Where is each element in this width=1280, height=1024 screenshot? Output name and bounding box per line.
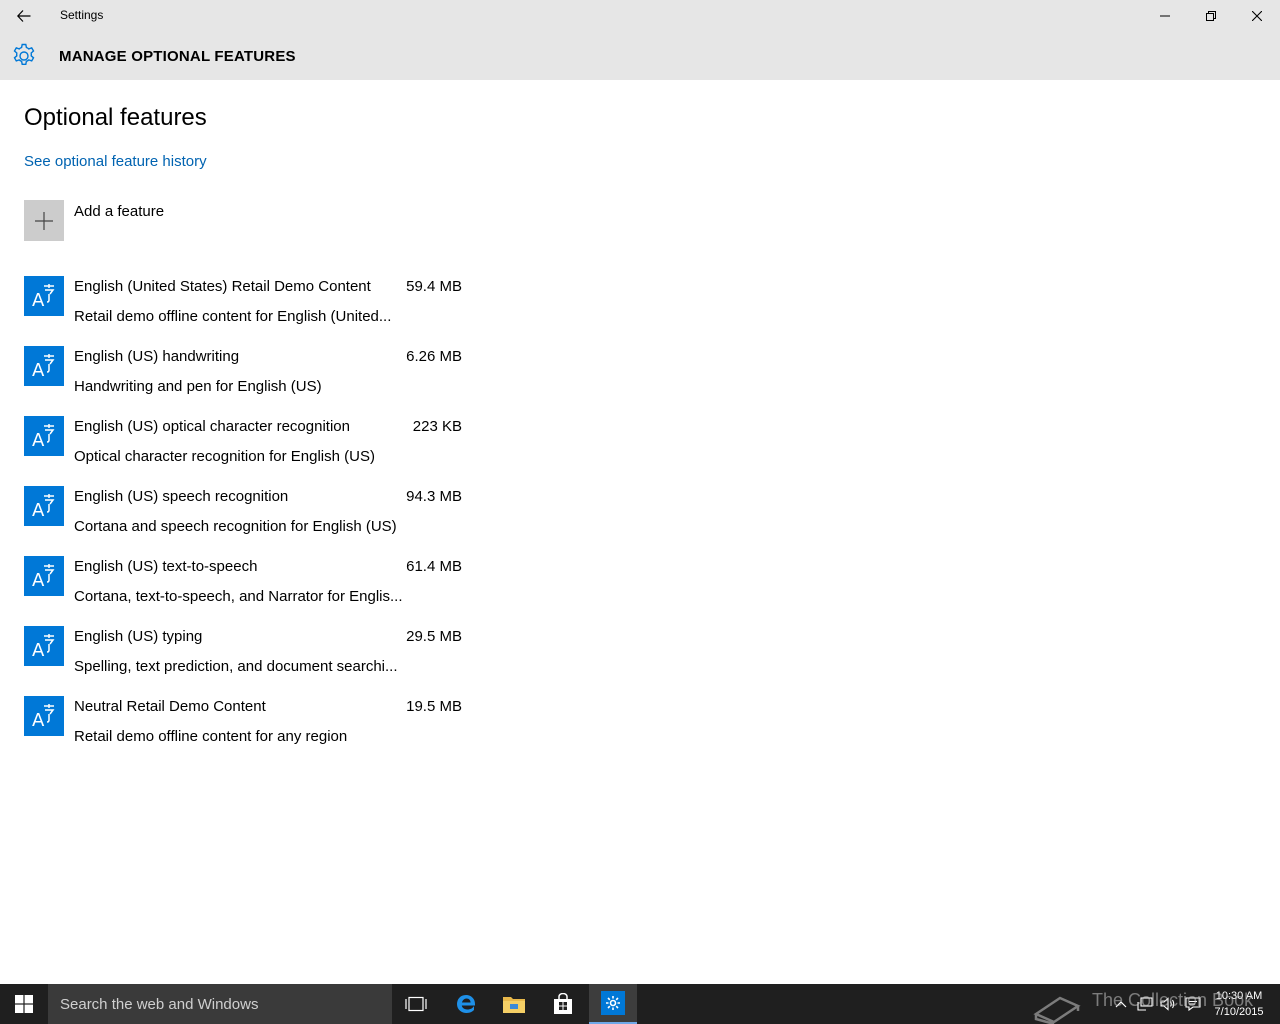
task-view-icon — [405, 996, 427, 1012]
settings-taskbar-button[interactable] — [589, 984, 637, 1024]
feature-item[interactable]: A English (US) handwriting Handwriting a… — [24, 346, 464, 406]
svg-text:A: A — [32, 360, 45, 381]
edge-icon — [457, 995, 475, 1013]
language-feature-icon: A — [24, 486, 64, 526]
language-feature-icon: A — [24, 556, 64, 596]
feature-item[interactable]: A English (US) speech recognition Cortan… — [24, 486, 464, 546]
feature-size: 94.3 MB — [406, 488, 462, 505]
network-tray-button[interactable] — [1134, 984, 1156, 1024]
feature-description: Cortana and speech recognition for Engli… — [74, 518, 397, 535]
page-header-title: MANAGE OPTIONAL FEATURES — [59, 48, 296, 65]
feature-description: Retail demo offline content for any regi… — [74, 728, 348, 745]
feature-size: 61.4 MB — [406, 558, 462, 575]
feature-name: English (United States) Retail Demo Cont… — [74, 278, 371, 295]
taskbar-search-box[interactable]: Search the web and Windows — [48, 984, 392, 1024]
windows-logo-icon — [15, 995, 33, 1013]
network-icon — [1137, 997, 1153, 1011]
speaker-icon — [1160, 997, 1175, 1011]
chevron-up-icon — [1115, 1001, 1127, 1008]
file-explorer-button[interactable] — [490, 984, 538, 1024]
feature-name: English (US) text-to-speech — [74, 558, 258, 575]
language-feature-icon: A — [24, 346, 64, 386]
restore-button[interactable] — [1188, 0, 1234, 32]
feature-name: English (US) handwriting — [74, 348, 240, 365]
minimize-icon — [1160, 15, 1170, 17]
gear-icon — [13, 43, 35, 65]
feature-size: 59.4 MB — [406, 278, 462, 295]
feature-description: Handwriting and pen for English (US) — [74, 378, 322, 395]
svg-text:A: A — [32, 500, 45, 521]
feature-item[interactable]: A English (United States) Retail Demo Co… — [24, 276, 464, 336]
taskbar-clock[interactable]: 10:30 AM 7/10/2015 — [1206, 988, 1272, 1020]
title-bar: Settings — [0, 0, 1280, 32]
feature-name: English (US) typing — [74, 628, 203, 645]
feature-item[interactable]: A English (US) typing Spelling, text pre… — [24, 626, 464, 686]
feature-item[interactable]: A Neutral Retail Demo Content Retail dem… — [24, 696, 464, 756]
feature-size: 19.5 MB — [406, 698, 462, 715]
feature-history-link[interactable]: See optional feature history — [24, 153, 207, 170]
store-bag-icon — [554, 993, 572, 1014]
clock-time: 10:30 AM — [1215, 990, 1263, 1002]
feature-item[interactable]: A English (US) text-to-speech Cortana, t… — [24, 556, 464, 616]
search-placeholder: Search the web and Windows — [60, 996, 259, 1013]
feature-description: Spelling, text prediction, and document … — [74, 658, 398, 675]
feature-name: English (US) optical character recogniti… — [74, 418, 350, 435]
svg-text:A: A — [32, 570, 45, 591]
svg-text:A: A — [32, 430, 45, 451]
settings-gear-icon — [601, 991, 625, 1015]
plus-icon — [24, 200, 64, 241]
minimize-button[interactable] — [1142, 0, 1188, 32]
feature-item[interactable]: A English (US) optical character recogni… — [24, 416, 464, 476]
feature-name: English (US) speech recognition — [74, 488, 289, 505]
close-icon — [1252, 11, 1262, 21]
feature-description: Optical character recognition for Englis… — [74, 448, 375, 465]
volume-tray-button[interactable] — [1158, 984, 1180, 1024]
start-button[interactable] — [0, 984, 48, 1024]
store-button[interactable] — [539, 984, 587, 1024]
back-arrow-icon — [17, 10, 31, 22]
svg-text:A: A — [32, 290, 45, 311]
feature-name: Neutral Retail Demo Content — [74, 698, 266, 715]
close-button[interactable] — [1234, 0, 1280, 32]
restore-icon — [1206, 11, 1216, 21]
language-feature-icon: A — [24, 276, 64, 316]
feature-size: 6.26 MB — [406, 348, 462, 365]
action-center-button[interactable] — [1182, 984, 1204, 1024]
add-feature-button[interactable]: Add a feature — [24, 200, 164, 241]
window-title: Settings — [60, 8, 104, 22]
page-title: Optional features — [24, 104, 207, 131]
back-button[interactable] — [0, 0, 48, 32]
feature-size: 223 KB — [412, 418, 462, 435]
folder-icon — [503, 997, 525, 1013]
add-feature-label: Add a feature — [74, 203, 165, 220]
language-feature-icon: A — [24, 626, 64, 666]
svg-text:A: A — [32, 710, 45, 731]
svg-text:A: A — [32, 640, 45, 661]
settings-header: MANAGE OPTIONAL FEATURES — [0, 32, 1280, 80]
language-feature-icon: A — [24, 696, 64, 736]
show-hidden-icons-button[interactable] — [1110, 984, 1132, 1024]
feature-description: Cortana, text-to-speech, and Narrator fo… — [74, 588, 403, 605]
edge-button[interactable] — [442, 984, 490, 1024]
language-feature-icon: A — [24, 416, 64, 456]
feature-size: 29.5 MB — [406, 628, 462, 645]
clock-date: 7/10/2015 — [1214, 1006, 1264, 1018]
feature-description: Retail demo offline content for English … — [74, 308, 392, 325]
task-view-button[interactable] — [392, 984, 440, 1024]
notification-icon — [1185, 997, 1201, 1011]
taskbar: Search the web and Windows 10:30 AM 7/10… — [0, 984, 1280, 1024]
